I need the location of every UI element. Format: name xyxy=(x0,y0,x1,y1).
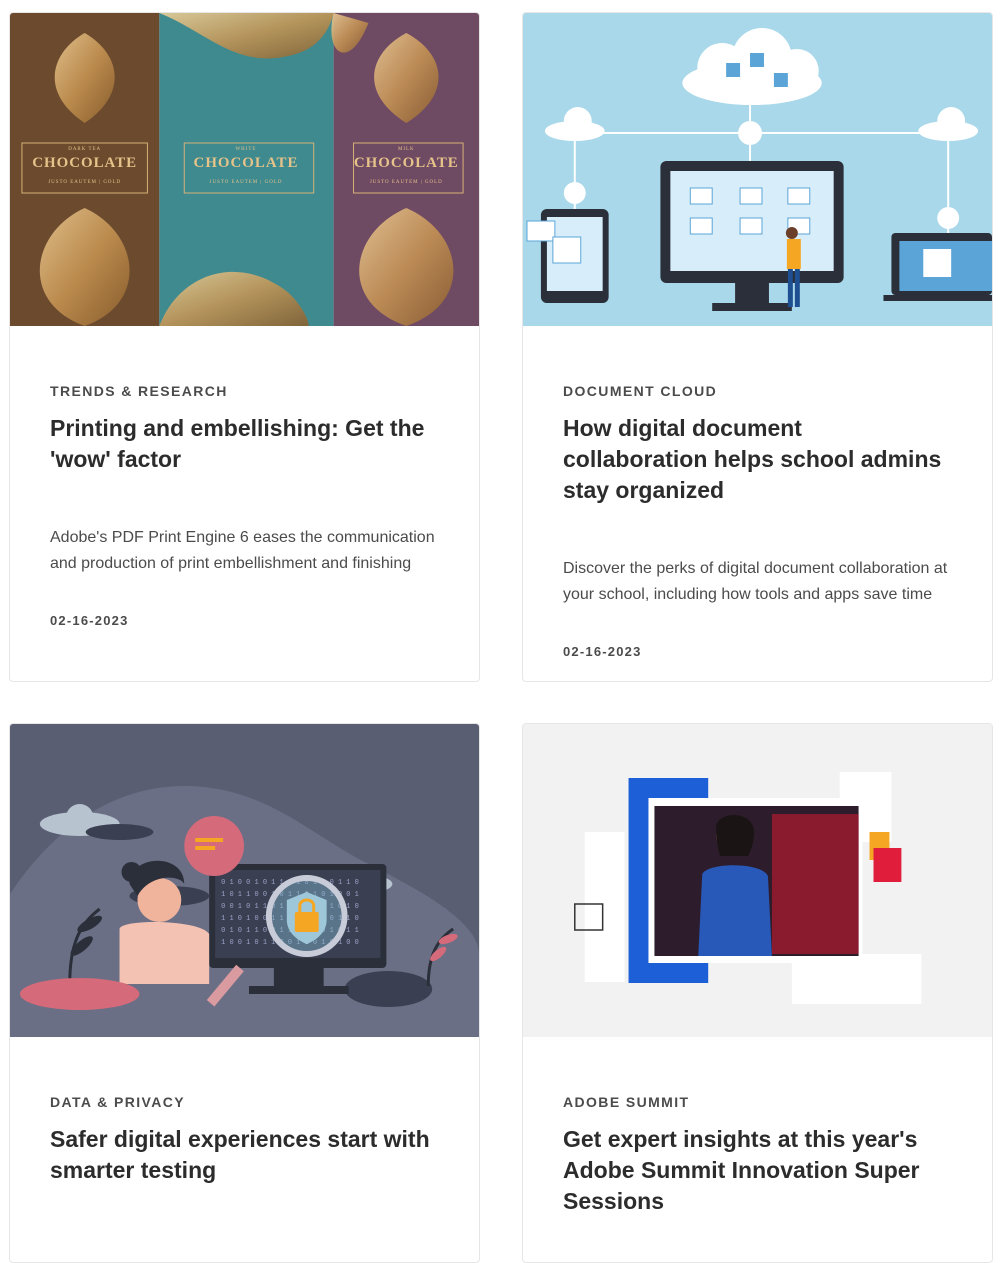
article-title[interactable]: Printing and embellishing: Get the 'wow'… xyxy=(50,413,439,475)
article-card-document-collaboration[interactable]: DOCUMENT CLOUD How digital document coll… xyxy=(522,12,993,682)
article-category: TRENDS & RESEARCH xyxy=(50,383,228,399)
article-card-adobe-summit[interactable]: ADOBE SUMMIT Get expert insights at this… xyxy=(522,723,993,1263)
package-top-label: MILK xyxy=(398,147,415,152)
article-title[interactable]: Safer digital experiences start with sma… xyxy=(50,1124,439,1186)
package-sub-label: JUSTO EAUTEM | GOLD xyxy=(370,180,443,185)
article-date: 02-16-2023 xyxy=(50,613,129,628)
package-top-label: WHITE xyxy=(236,147,257,152)
package-label: CHOCOLATE xyxy=(194,155,299,171)
document-cloud-illustration xyxy=(523,13,992,326)
package-label: CHOCOLATE xyxy=(354,155,459,171)
article-card-printing[interactable]: DARK TEA CHOCOLATE JUSTO EAUTEM | GOLD WHIT… xyxy=(9,12,480,682)
chocolate-packaging-image: DARK TEA CHOCOLATE JUSTO EAUTEM | GOLD WHIT… xyxy=(10,13,479,326)
article-title[interactable]: Get expert insights at this year's Adobe… xyxy=(563,1124,952,1217)
article-category: DOCUMENT CLOUD xyxy=(563,383,718,399)
article-card-safer-digital[interactable]: 0 1 0 0 1 0 1 1 0 1 0 1 0 0 1 1 0 1 0 1 … xyxy=(9,723,480,1263)
article-category: ADOBE SUMMIT xyxy=(563,1094,690,1110)
package-sub-label: JUSTO EAUTEM | GOLD xyxy=(210,180,283,185)
package-top-label: DARK TEA xyxy=(68,147,101,152)
article-description: Discover the perks of digital document c… xyxy=(563,560,948,603)
data-privacy-illustration: 0 1 0 0 1 0 1 1 0 1 0 1 0 0 1 1 0 1 0 1 … xyxy=(10,724,479,1037)
article-category: DATA & PRIVACY xyxy=(50,1094,185,1110)
article-description: Adobe's PDF Print Engine 6 eases the com… xyxy=(50,529,435,572)
adobe-summit-speaker-image xyxy=(523,724,992,1037)
package-sub-label: JUSTO EAUTEM | GOLD xyxy=(48,180,121,185)
article-date: 02-16-2023 xyxy=(563,644,642,659)
package-label: CHOCOLATE xyxy=(32,155,137,171)
article-title[interactable]: How digital document collaboration helps… xyxy=(563,413,952,506)
